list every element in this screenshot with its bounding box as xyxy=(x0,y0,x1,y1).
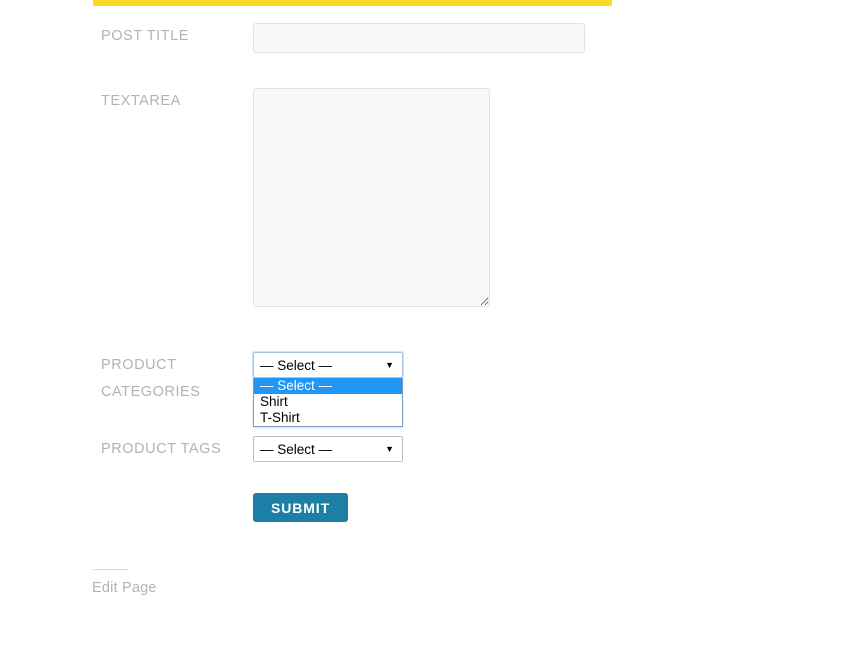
product-tags-select[interactable]: — Select — ▼ xyxy=(253,436,403,462)
product-categories-dropdown-list[interactable]: — Select — Shirt T-Shirt xyxy=(253,378,403,427)
product-tags-label: Product Tags xyxy=(101,441,222,457)
product-categories-label: Product Categories xyxy=(101,357,201,400)
submit-button[interactable]: Submit xyxy=(253,493,348,522)
submission-form: Post Title Textarea Product Categories —… xyxy=(0,0,847,672)
textarea-label: Textarea xyxy=(101,93,181,109)
product-categories-option[interactable]: T-Shirt xyxy=(254,410,402,426)
post-title-input[interactable] xyxy=(253,23,585,53)
chevron-down-icon: ▼ xyxy=(385,443,394,454)
product-categories-option[interactable]: Shirt xyxy=(254,394,402,410)
product-categories-option[interactable]: — Select — xyxy=(254,378,402,394)
edit-page-link[interactable]: Edit Page xyxy=(92,580,157,596)
footer-divider xyxy=(93,569,128,570)
chevron-down-icon: ▼ xyxy=(385,359,394,370)
textarea-input[interactable] xyxy=(253,88,490,307)
product-categories-selected-value: — Select — xyxy=(260,357,333,373)
product-categories-select[interactable]: — Select — ▼ xyxy=(253,352,403,378)
post-title-label: Post Title xyxy=(101,28,189,44)
product-tags-selected-value: — Select — xyxy=(260,441,333,457)
